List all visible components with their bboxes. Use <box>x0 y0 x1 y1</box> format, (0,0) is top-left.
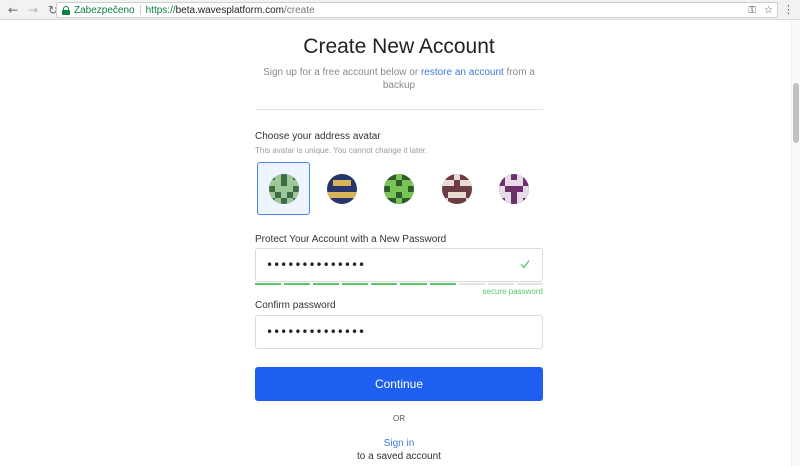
avatar-identicon-icon <box>268 173 299 204</box>
avatar-section-hint: This avatar is unique. You cannot change… <box>255 146 428 155</box>
strength-segment <box>400 283 427 285</box>
strength-segment <box>255 283 282 285</box>
password-strength-meter <box>255 283 543 285</box>
sign-in-link[interactable]: Sign in <box>255 438 543 449</box>
page-title: Create New Account <box>303 35 495 58</box>
page-subtitle: Sign up for a free account below or rest… <box>262 66 536 92</box>
url-host: beta.wavesplatform.com <box>175 4 285 16</box>
avatar-option[interactable] <box>315 162 368 215</box>
key-icon[interactable]: ⚿ <box>748 5 756 16</box>
confirm-password-field[interactable] <box>255 315 543 349</box>
back-arrow-icon[interactable]: ← <box>6 3 20 17</box>
url-scheme: https:// <box>145 4 176 16</box>
avatar-picker <box>257 162 543 215</box>
strength-segment <box>284 283 311 285</box>
menu-dots-icon[interactable]: ⋮ <box>783 3 794 16</box>
strength-segment <box>487 283 514 285</box>
password-label: Protect Your Account with a New Password <box>255 234 447 245</box>
secure-label: Zabezpečeno <box>74 4 135 16</box>
forward-arrow-icon[interactable]: → <box>26 3 40 17</box>
subtitle-prefix: Sign up for a free account below or <box>263 67 421 78</box>
saved-account-text: to a saved account <box>357 451 441 462</box>
lock-icon <box>62 5 70 15</box>
password-field[interactable] <box>255 248 543 282</box>
avatar-option[interactable] <box>372 162 425 215</box>
strength-segment <box>516 283 543 285</box>
page-scrollbar[interactable] <box>791 21 800 466</box>
avatar-identicon-icon <box>498 173 529 204</box>
strength-segment <box>313 283 340 285</box>
confirm-password-input[interactable] <box>266 317 506 347</box>
address-bar[interactable]: Zabezpečeno https:// beta.wavesplatform.… <box>56 2 778 18</box>
avatar-identicon-icon <box>441 173 472 204</box>
strength-segment <box>371 283 398 285</box>
avatar-option[interactable] <box>487 162 540 215</box>
restore-account-link[interactable]: restore an account <box>421 67 504 78</box>
strength-segment <box>458 283 485 285</box>
continue-button[interactable]: Continue <box>255 367 543 401</box>
create-account-page: Create New Account Sign up for a free ac… <box>0 21 791 466</box>
checkmark-icon <box>520 260 530 269</box>
browser-toolbar: ← → ↻ Zabezpečeno https:// beta.wavespla… <box>0 0 800 20</box>
scrollbar-thumb[interactable] <box>793 83 799 143</box>
avatar-option[interactable] <box>257 162 310 215</box>
section-divider <box>255 109 543 110</box>
password-strength-label: secure password <box>482 287 543 296</box>
address-separator <box>139 5 141 15</box>
strength-segment <box>429 283 456 285</box>
strength-segment <box>342 283 369 285</box>
or-separator: OR <box>393 414 405 423</box>
url-path: /create <box>284 4 315 16</box>
star-icon[interactable]: ☆ <box>764 5 773 16</box>
avatar-identicon-icon <box>383 173 414 204</box>
avatar-section-label: Choose your address avatar <box>255 131 381 142</box>
avatar-identicon-icon <box>326 173 357 204</box>
password-input[interactable] <box>266 250 506 280</box>
avatar-option[interactable] <box>430 162 483 215</box>
confirm-password-label: Confirm password <box>255 300 336 311</box>
